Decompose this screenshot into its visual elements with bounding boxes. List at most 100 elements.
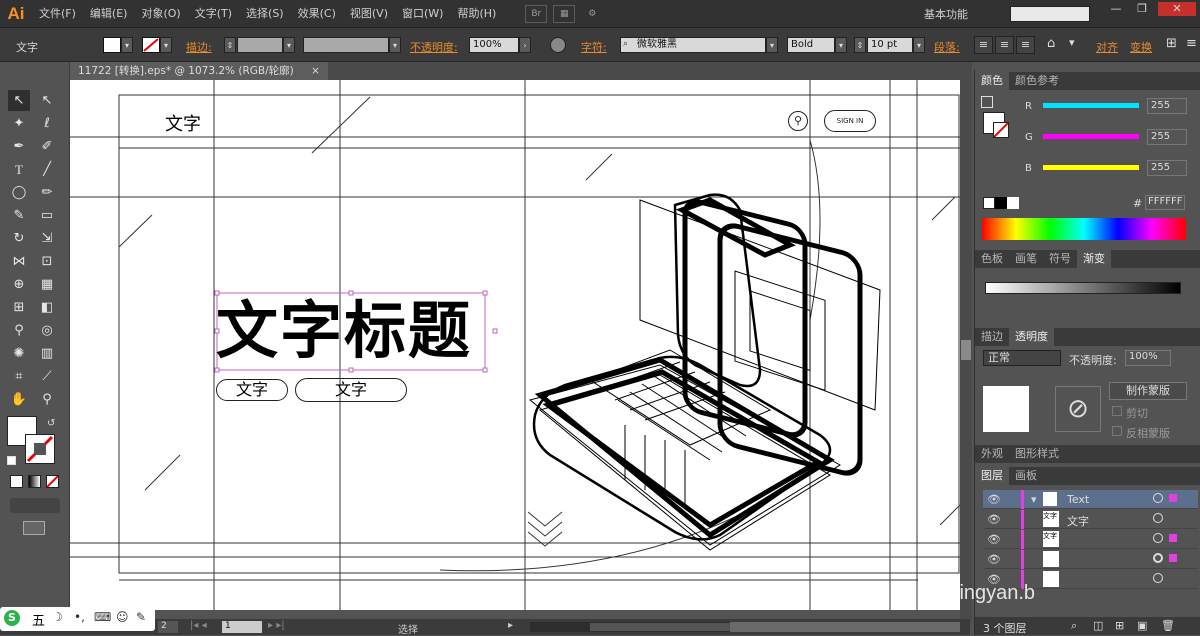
zoom-field[interactable]: 2	[158, 621, 178, 633]
artboard-number-field[interactable]: 1	[222, 621, 262, 633]
hex-field[interactable]: FFFFFF	[1145, 195, 1185, 210]
slider-g[interactable]: G 255	[975, 129, 1200, 149]
vertical-scrollbar[interactable]	[960, 80, 972, 622]
color-mode-icon[interactable]	[10, 475, 23, 488]
stroke-weight-stepper[interactable]: ⇕	[224, 37, 236, 53]
artboard-tool-icon[interactable]: ⌗	[8, 366, 30, 387]
g-value[interactable]: 255	[1147, 129, 1187, 145]
gradient-mode-icon[interactable]	[28, 475, 41, 488]
perspective-grid-tool-icon[interactable]: ▦	[36, 274, 58, 295]
menu-type[interactable]: 文字(T)	[188, 0, 239, 28]
clip-checkbox[interactable]	[1112, 406, 1122, 416]
user-icon[interactable]: ☺	[116, 610, 129, 624]
search-icon[interactable]: ⚲	[788, 111, 808, 131]
expand-icon[interactable]: ▾	[1031, 493, 1037, 506]
paragraph-label[interactable]: 段落:	[934, 39, 960, 55]
minimize-button[interactable]: —	[1104, 2, 1128, 16]
align-label[interactable]: 对齐	[1096, 39, 1118, 55]
ime-toolbar[interactable]: S 五 ☽ •, ⌨ ☺ ✎	[0, 607, 155, 631]
tab-gradient[interactable]: 渐变	[1077, 250, 1111, 268]
mesh-tool-icon[interactable]: ⊞	[8, 297, 30, 318]
gradient-bar[interactable]	[985, 282, 1181, 294]
panel-menu-icon[interactable]: ≡	[1186, 36, 1197, 51]
screen-mode-icon[interactable]	[23, 521, 45, 535]
b-track[interactable]	[1043, 165, 1139, 170]
profile-dropdown[interactable]: ▾	[389, 37, 401, 53]
tab-stroke[interactable]: 描边	[975, 328, 1009, 346]
swap-colors-icon[interactable]: ↺	[47, 418, 55, 429]
tab-layers[interactable]: 图层	[975, 467, 1009, 485]
curvature-tool-icon[interactable]: ✐	[36, 136, 58, 157]
target-icon[interactable]	[1153, 493, 1163, 503]
layer-row-sublayer[interactable]: 👁	[983, 550, 1198, 569]
font-size-stepper[interactable]: ⇕	[854, 37, 866, 53]
bridge-button[interactable]: Br	[525, 4, 548, 23]
transform-label[interactable]: 变换	[1130, 39, 1152, 55]
gpu-performance-icon[interactable]: ⚙	[581, 5, 603, 23]
recolor-icon[interactable]	[550, 37, 566, 53]
g-track[interactable]	[1043, 134, 1139, 139]
make-mask-button[interactable]: 制作蒙版	[1109, 382, 1187, 400]
selection-indicator[interactable]	[1169, 534, 1177, 542]
fill-dropdown[interactable]: ▾	[121, 37, 133, 53]
blend-mode-select[interactable]: 正常	[983, 350, 1061, 366]
target-icon[interactable]	[1153, 573, 1163, 583]
no-mask-icon[interactable]: ⊘	[1055, 386, 1101, 432]
tab-symbols[interactable]: 符号	[1043, 250, 1077, 268]
eye-icon[interactable]: 👁	[987, 553, 1001, 566]
menu-file[interactable]: 文件(F)	[32, 0, 83, 28]
invert-mask-checkbox[interactable]	[1112, 426, 1122, 436]
tab-artboards[interactable]: 画板	[1009, 467, 1043, 485]
artboard-canvas[interactable]: 文字 ⚲ SIGN IN 文字标题 文字 文字	[70, 80, 960, 610]
layer-row-sublayer[interactable]: 👁 文字	[983, 530, 1198, 549]
character-label[interactable]: 字符:	[581, 39, 607, 55]
stroke-color-box[interactable]	[25, 434, 55, 464]
menu-edit[interactable]: 编辑(E)	[83, 0, 135, 28]
color-spectrum[interactable]	[982, 218, 1186, 240]
line-tool-icon[interactable]: ╱	[36, 159, 58, 180]
tab-swatches[interactable]: 色板	[975, 250, 1009, 268]
menu-effect[interactable]: 效果(C)	[291, 0, 343, 28]
scroll-thumb[interactable]	[961, 340, 971, 360]
search-input[interactable]	[1010, 6, 1090, 22]
restore-button[interactable]: ❐	[1130, 2, 1154, 16]
black-swatch[interactable]	[995, 197, 1007, 209]
stroke-label[interactable]: 描边:	[186, 39, 212, 55]
r-value[interactable]: 255	[1147, 98, 1187, 114]
slider-b[interactable]: B 255	[975, 160, 1200, 180]
hand-tool-icon[interactable]: ✋	[8, 389, 30, 410]
pen-tool-icon[interactable]: ✒	[8, 136, 30, 157]
selection-indicator[interactable]	[1169, 554, 1177, 562]
status-arrow-icon[interactable]: ▸	[508, 620, 513, 631]
clipping-mask-icon[interactable]: ◫	[1093, 619, 1103, 632]
b-value[interactable]: 255	[1147, 160, 1187, 176]
trash-icon[interactable]: 🗑	[1161, 619, 1175, 632]
lasso-tool-icon[interactable]: ℓ	[36, 113, 58, 134]
menu-view[interactable]: 视图(V)	[343, 0, 395, 28]
close-button[interactable]: ✕	[1158, 2, 1196, 16]
menu-select[interactable]: 选择(S)	[239, 0, 291, 28]
locate-object-icon[interactable]: ⌕	[1071, 619, 1077, 633]
document-tab[interactable]: 11722 [转换].eps* @ 1073.2% (RGB/轮廓) ×	[70, 62, 328, 80]
selection-indicator[interactable]	[1169, 494, 1177, 502]
moon-icon[interactable]: ☽	[52, 610, 63, 624]
stroke-weight-field[interactable]	[237, 37, 283, 53]
free-transform-tool-icon[interactable]: ⊡	[36, 251, 58, 272]
blend-tool-icon[interactable]: ◎	[36, 320, 58, 341]
isolate-icon[interactable]: ⊞	[1166, 36, 1177, 51]
scale-tool-icon[interactable]: ⇲	[36, 228, 58, 249]
tab-color[interactable]: 颜色	[975, 72, 1009, 90]
ime-mode[interactable]: 五	[32, 610, 45, 629]
eraser-tool-icon[interactable]: ▭	[36, 205, 58, 226]
stroke-weight-dropdown[interactable]: ▾	[283, 37, 295, 53]
eyedropper-tool-icon[interactable]: ⚲	[8, 320, 30, 341]
target-icon[interactable]	[1153, 533, 1163, 543]
menu-object[interactable]: 对象(O)	[134, 0, 187, 28]
gradient-tool-icon[interactable]: ◧	[36, 297, 58, 318]
white-swatch[interactable]	[1007, 197, 1019, 209]
ime-logo-icon[interactable]: S	[4, 610, 20, 626]
symbol-sprayer-tool-icon[interactable]: ✺	[8, 343, 30, 364]
pill-button-1[interactable]: 文字	[216, 379, 288, 401]
pencil-tool-icon[interactable]: ✎	[8, 205, 30, 226]
horizontal-scrollbar-thumb[interactable]	[730, 622, 960, 632]
